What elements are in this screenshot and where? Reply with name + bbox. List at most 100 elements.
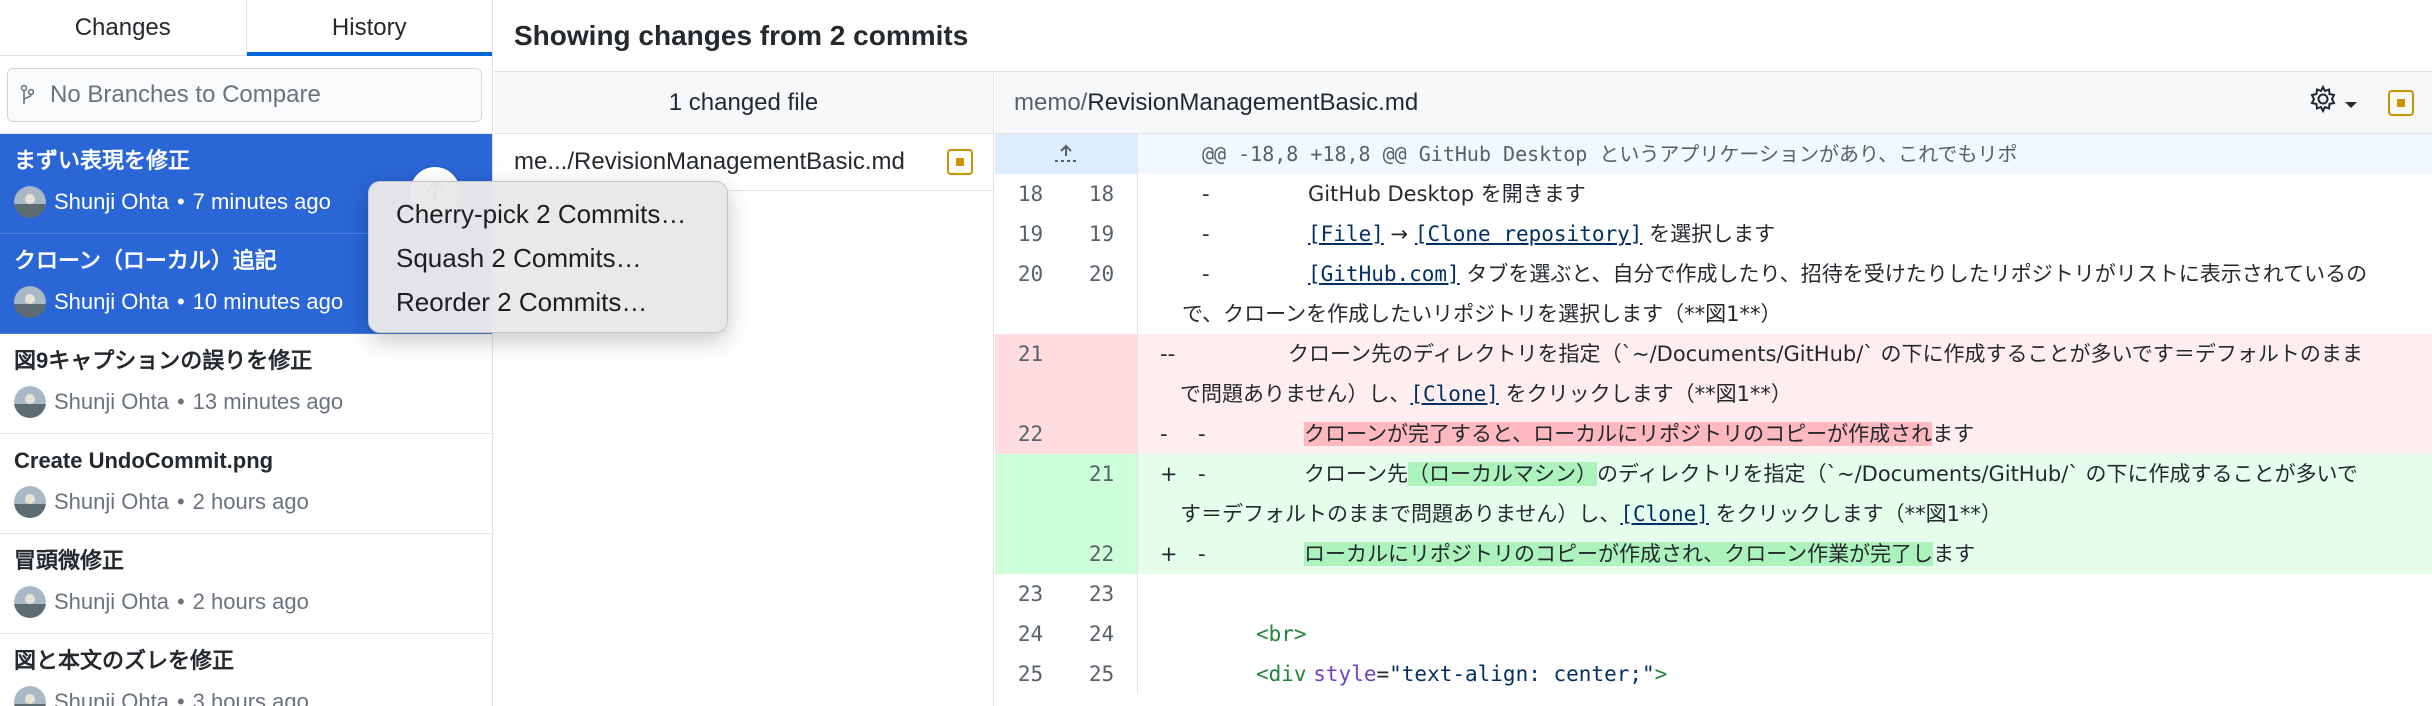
commit-time: 7 minutes ago (192, 189, 331, 214)
arrow-text: → (1390, 222, 1409, 246)
html-attr-value: "text-align: center;" (1389, 662, 1655, 686)
new-line-number: 24 (1066, 614, 1138, 654)
markdown-link: [File] (1308, 222, 1384, 246)
diff-panel: memo/RevisionManagementBasic.md @@ -18,8… (995, 72, 2432, 706)
diff-tools (2308, 84, 2414, 121)
tab-changes[interactable]: Changes (0, 0, 246, 55)
commit-time: 13 minutes ago (192, 389, 344, 414)
tab-bar: Changes History (0, 0, 492, 56)
new-line-number: 22 (1066, 534, 1138, 574)
line-text: クローン先のディレクトリを指定（`~/Documents/GitHub/` の下… (1288, 342, 2363, 366)
markdown-link: [GitHub.com] (1308, 262, 1460, 286)
commit-time: 2 hours ago (192, 489, 309, 514)
expand-context-icon[interactable] (995, 134, 1138, 174)
diff-body: @@ -18,8 +18,8 @@ GitHub Desktop というアプリケ… (995, 134, 2432, 694)
commit-context-menu: Cherry-pick 2 Commits… Squash 2 Commits…… (368, 181, 728, 333)
line-text: ます (1932, 422, 1975, 446)
added-highlight: （ローカルマシン） (1407, 462, 1597, 486)
avatar (14, 186, 46, 218)
avatar (14, 286, 46, 318)
tab-history[interactable]: History (245, 0, 493, 56)
changed-file-path: me.../RevisionManagementBasic.md (514, 148, 905, 175)
avatar (14, 686, 46, 706)
meta-separator: • (176, 389, 185, 414)
page-title: Showing changes from 2 commits (494, 0, 2432, 72)
commit-author: Shunji Ohta (54, 389, 169, 414)
meta-separator: • (176, 589, 185, 614)
line-text: で問題ありません）し、 (1180, 382, 1411, 406)
commit-title: Create UndoCommit.png (14, 448, 274, 473)
new-line-number (1066, 334, 1138, 414)
diff-line: 25 25 <div style="text-align: center;"> (995, 654, 2432, 694)
gear-icon (2308, 84, 2338, 121)
new-line-number: 19 (1066, 214, 1138, 254)
avatar (14, 386, 46, 418)
line-text: をクリックします（**図1**） (1708, 502, 2002, 526)
new-line-number: 21 (1066, 454, 1138, 534)
commit-list-item[interactable]: 冒頭微修正 Shunji Ohta • 2 hours ago (0, 534, 492, 634)
old-line-number: 21 (995, 334, 1066, 414)
html-tag: <div (1256, 662, 1307, 686)
diff-settings-button[interactable] (2308, 84, 2358, 121)
new-line-number: 25 (1066, 654, 1138, 694)
menu-item-reorder[interactable]: Reorder 2 Commits… (369, 280, 727, 324)
diff-marker: + (1160, 462, 1178, 486)
diff-file-name: RevisionManagementBasic.md (1087, 88, 1419, 116)
diff-line-added: 21 + - クローン先（ローカルマシン）のディレクトリを指定（`~/Documen… (995, 454, 2432, 534)
new-line-number: 20 (1066, 254, 1138, 334)
commit-meta: Shunji Ohta • 3 hours ago (14, 686, 479, 706)
line-text: GitHub Desktop を開きます (1308, 182, 1586, 206)
old-line-number (995, 534, 1066, 574)
branch-compare-placeholder: No Branches to Compare (50, 81, 321, 108)
html-eq: = (1376, 662, 1390, 686)
commit-time: 3 hours ago (192, 689, 309, 706)
line-text: ます (1933, 542, 1976, 566)
commit-author: Shunji Ohta (54, 689, 169, 706)
new-line-number: 23 (1066, 574, 1138, 614)
html-tag: > (1654, 662, 1668, 686)
line-text: をクリックします（**図1**） (1498, 382, 1792, 406)
meta-separator: • (176, 689, 185, 706)
html-attr: style (1313, 662, 1377, 686)
commit-author: Shunji Ohta (54, 289, 169, 314)
added-highlight: ローカルにリポジトリのコピーが作成され、クローン作業が完了し (1304, 542, 1934, 566)
meta-separator: • (176, 289, 185, 314)
old-line-number: 20 (1017, 262, 1044, 286)
html-tag: <br> (1256, 622, 1307, 646)
commit-list-item[interactable]: 図9キャプションの誤りを修正 Shunji Ohta • 13 minutes ag… (0, 334, 492, 434)
commit-list-item[interactable]: Create UndoCommit.png Shunji Ohta • 2 hour… (0, 434, 492, 534)
branch-compare-input[interactable]: No Branches to Compare (7, 68, 482, 122)
commit-meta: Shunji Ohta • 2 hours ago (14, 486, 479, 518)
menu-item-squash[interactable]: Squash 2 Commits… (369, 236, 727, 280)
file-modified-icon (947, 149, 973, 175)
commit-meta: Shunji Ohta • 2 hours ago (14, 586, 479, 618)
commit-list-item[interactable]: 図と本文のズレを修正 Shunji Ohta • 3 hours ago (0, 634, 492, 706)
meta-separator: • (176, 489, 185, 514)
compare-bar: No Branches to Compare (0, 56, 492, 134)
menu-item-cherry-pick[interactable]: Cherry-pick 2 Commits… (369, 192, 727, 236)
line-text: のディレクトリを指定（`~/Documents/GitHub/` の下に作成する… (1596, 462, 2358, 486)
avatar (14, 486, 46, 518)
line-text: で、クローンを作成したいリポジトリを選択します（**図1**） (1182, 302, 1782, 326)
commit-author: Shunji Ohta (54, 189, 169, 214)
changed-files-count: 1 changed file (494, 72, 993, 134)
commit-title: まずい表現を修正 (14, 148, 191, 173)
changed-files-panel: 1 changed file me.../RevisionManagementB… (494, 72, 994, 706)
line-text: タブを選ぶと、自分で作成したり、招待を受けたりしたリポジトリがリストに表示されて… (1459, 262, 2368, 286)
markdown-link: [Clone] (1620, 502, 1709, 526)
diff-line-deleted: 21 -- クローン先のディレクトリを指定（`~/Documents/GitHub… (995, 334, 2432, 414)
markdown-link: [Clone] (1410, 382, 1499, 406)
file-modified-icon (2388, 89, 2414, 116)
deleted-highlight: クローンが完了すると、ローカルにリポジトリのコピーが作成され (1304, 422, 1933, 446)
diff-marker: -- (1160, 342, 1176, 366)
sidebar: Changes History No Branches to Compare ま… (0, 0, 493, 706)
old-line-number: 22 (995, 414, 1066, 454)
old-line-number: 24 (1017, 622, 1044, 646)
line-text: す＝デフォルトのままで問題ありません）し、 (1180, 502, 1621, 526)
commit-author: Shunji Ohta (54, 489, 169, 514)
markdown-link: [Clone repository] (1414, 222, 1643, 246)
old-line-number: 18 (1017, 182, 1044, 206)
commit-meta: Shunji Ohta • 13 minutes ago (14, 386, 479, 418)
meta-separator: • (176, 189, 185, 214)
commit-title: 冒頭微修正 (14, 548, 125, 573)
